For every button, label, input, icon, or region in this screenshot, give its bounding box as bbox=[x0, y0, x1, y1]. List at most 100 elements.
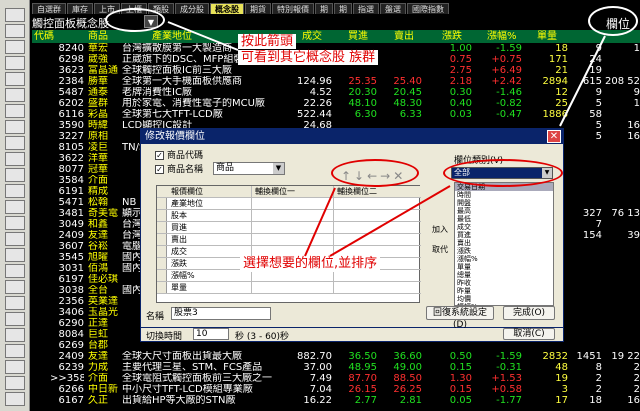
left-toolbar-button[interactable] bbox=[5, 8, 25, 22]
restore-default-button[interactable]: 回復系統設定(D) bbox=[426, 306, 494, 330]
table-row[interactable]: 6202 盛群 用於家電、消費性電子的MCU廠 22.26 48.10 48.30 0.40… bbox=[32, 98, 640, 109]
left-toolbar-button[interactable] bbox=[5, 312, 25, 326]
cell-b: 1 bbox=[633, 98, 640, 109]
cell-desc: 中小尺寸TFT-LCD模組專業廠 bbox=[122, 384, 253, 395]
checkbox-name[interactable]: ✓ 商品名稱 bbox=[155, 164, 203, 176]
left-toolbar-button[interactable] bbox=[5, 136, 25, 150]
left-toolbar-button[interactable] bbox=[5, 152, 25, 166]
left-toolbar-button[interactable] bbox=[5, 184, 25, 198]
name-input[interactable]: 股票3 bbox=[171, 307, 271, 320]
cell-buy: 87.70 bbox=[348, 373, 377, 384]
left-toolbar-button[interactable] bbox=[5, 248, 25, 262]
left-toolbar-button[interactable] bbox=[5, 120, 25, 134]
left-toolbar-button[interactable] bbox=[5, 168, 25, 182]
grid-row[interactable]: 單量 bbox=[157, 282, 421, 294]
category-list[interactable]: 交易日期時間開盤最高最低成交買進賣出漲跌漲幅%單量總量昨收昨量均價振幅%內盤量外… bbox=[454, 182, 554, 306]
col-code[interactable]: 代碼 bbox=[34, 30, 54, 43]
tab-7[interactable]: 期貨 bbox=[245, 3, 271, 14]
left-toolbar-button[interactable] bbox=[5, 296, 25, 310]
row-selector[interactable] bbox=[157, 270, 167, 281]
left-toolbar-button[interactable] bbox=[5, 392, 25, 406]
left-toolbar-button[interactable] bbox=[5, 216, 25, 230]
category-item[interactable]: 昨量 bbox=[455, 287, 553, 295]
grid-row[interactable]: 產業地位 bbox=[157, 198, 421, 210]
tab-8[interactable]: 特別報價 bbox=[272, 3, 314, 14]
tab-5[interactable]: 成分股 bbox=[175, 3, 209, 14]
category-item[interactable]: 單量 bbox=[455, 263, 553, 271]
add-button[interactable]: 加入 bbox=[429, 225, 451, 237]
grid-row[interactable]: 賣出 bbox=[157, 234, 421, 246]
left-toolbar-button[interactable] bbox=[5, 280, 25, 294]
row-selector[interactable] bbox=[157, 198, 167, 209]
left-toolbar-button[interactable] bbox=[5, 328, 25, 342]
table-row[interactable]: >>3584 介面 全球電阻式觸控面板前三大廠之一 7.49 87.70 88.50 1.3… bbox=[32, 373, 640, 384]
category-item[interactable]: 成交 bbox=[455, 223, 553, 231]
left-toolbar-button[interactable] bbox=[5, 40, 25, 54]
row-selector[interactable] bbox=[157, 222, 167, 233]
tab-13[interactable]: 國際指數 bbox=[407, 3, 449, 14]
col-vol[interactable]: 單量 bbox=[537, 30, 557, 43]
col-name[interactable]: 商品 bbox=[88, 30, 108, 43]
col-desc[interactable]: 產業地位 bbox=[152, 30, 192, 43]
grid-row[interactable]: 買進 bbox=[157, 222, 421, 234]
category-item[interactable]: 漲幅% bbox=[455, 255, 553, 263]
tab-9[interactable]: 期 bbox=[315, 3, 333, 14]
grid-row[interactable]: 股本 bbox=[157, 210, 421, 222]
left-toolbar-button[interactable] bbox=[5, 88, 25, 102]
table-row[interactable]: 2409 友達 全球大尺寸面板出貨最大廠 882.70 36.50 36.60 0.50 -1… bbox=[32, 351, 640, 362]
tab-1[interactable]: 庫存 bbox=[67, 3, 93, 14]
row-selector[interactable] bbox=[157, 210, 167, 221]
tab-6[interactable]: 概念股 bbox=[210, 3, 244, 14]
annotation-note-select: 選擇想要的欄位,並排序 bbox=[240, 256, 381, 272]
table-row[interactable]: 6239 力成 主要代理三星、STM、FCS產品 37.00 48.95 49.00 0.1… bbox=[32, 362, 640, 373]
tab-0[interactable]: 自選群 bbox=[32, 3, 66, 14]
col-chg[interactable]: 漲跌 bbox=[442, 30, 462, 43]
left-toolbar-button[interactable] bbox=[5, 376, 25, 390]
cancel-button[interactable]: 取消(C) bbox=[503, 328, 555, 340]
left-toolbar-button[interactable] bbox=[5, 232, 25, 246]
left-toolbar-button[interactable] bbox=[5, 56, 25, 70]
left-toolbar-button[interactable] bbox=[5, 264, 25, 278]
left-toolbar-button[interactable] bbox=[5, 200, 25, 214]
col-buy[interactable]: 買進 bbox=[348, 30, 368, 43]
category-item[interactable]: 最低 bbox=[455, 215, 553, 223]
table-row[interactable]: 6116 彩晶 全球第七大TFT-LCD廠 522.44 6.30 6.33 0.03 -0.… bbox=[32, 109, 640, 120]
category-item[interactable]: 總量 bbox=[455, 271, 553, 279]
replace-button[interactable]: 取代 bbox=[429, 245, 451, 257]
row-selector[interactable] bbox=[157, 246, 167, 257]
category-item[interactable]: 賣出 bbox=[455, 239, 553, 247]
category-item[interactable]: 最高 bbox=[455, 207, 553, 215]
table-row[interactable]: 2384 勝華 全球第一大手機面板供應商 124.96 25.35 25.40 2.18 +2… bbox=[32, 76, 640, 87]
tab-12[interactable]: 盤選 bbox=[380, 3, 406, 14]
table-row[interactable]: 5487 通泰 老牌消費性IC廠 4.52 20.30 20.45 0.30 -1.46 12 9… bbox=[32, 87, 640, 98]
close-icon[interactable]: ✕ bbox=[547, 130, 561, 143]
row-selector[interactable] bbox=[157, 258, 167, 269]
category-item[interactable]: 昨收 bbox=[455, 279, 553, 287]
name-combo[interactable]: 商品 ▼ bbox=[213, 162, 285, 175]
left-toolbar-button[interactable] bbox=[5, 24, 25, 38]
category-item[interactable]: 漲跌 bbox=[455, 247, 553, 255]
interval-input[interactable]: 10 bbox=[193, 328, 229, 340]
ok-button[interactable]: 完成(O) bbox=[503, 306, 555, 320]
cell-pct: -1.59 bbox=[496, 43, 522, 54]
col-sell[interactable]: 賣出 bbox=[394, 30, 414, 43]
row-selector[interactable] bbox=[157, 282, 167, 293]
checkbox-code[interactable]: ✓ 商品代碼 bbox=[155, 150, 203, 162]
left-toolbar-button[interactable] bbox=[5, 104, 25, 118]
tab-10[interactable]: 期 bbox=[334, 3, 352, 14]
left-toolbar-button[interactable] bbox=[5, 344, 25, 358]
table-row[interactable]: 6266 中日新 中小尺寸TFT-LCD模組專業廠 7.04 26.15 26.25 0.1… bbox=[32, 384, 640, 395]
category-item[interactable]: 買進 bbox=[455, 231, 553, 239]
table-row[interactable]: 6167 久正 出貨給HP等大廠的STN廠 16.22 2.77 2.81 0.05 -1.7… bbox=[32, 395, 640, 406]
category-item[interactable]: 時間 bbox=[455, 191, 553, 199]
row-selector[interactable] bbox=[157, 234, 167, 245]
col-pct[interactable]: 漲幅% bbox=[487, 30, 517, 43]
col-price[interactable]: 成交 bbox=[302, 30, 322, 43]
left-toolbar-button[interactable] bbox=[5, 72, 25, 86]
category-item[interactable]: 開盤 bbox=[455, 199, 553, 207]
left-toolbar-button[interactable] bbox=[5, 360, 25, 374]
category-item[interactable]: 均價 bbox=[455, 295, 553, 303]
annotation-circle-order bbox=[331, 159, 419, 187]
table-row[interactable]: 3623 富晶通 全球觸控面板IC前三大廠 2.75 +6.49 21 19 bbox=[32, 65, 640, 76]
tab-11[interactable]: 指選 bbox=[353, 3, 379, 14]
